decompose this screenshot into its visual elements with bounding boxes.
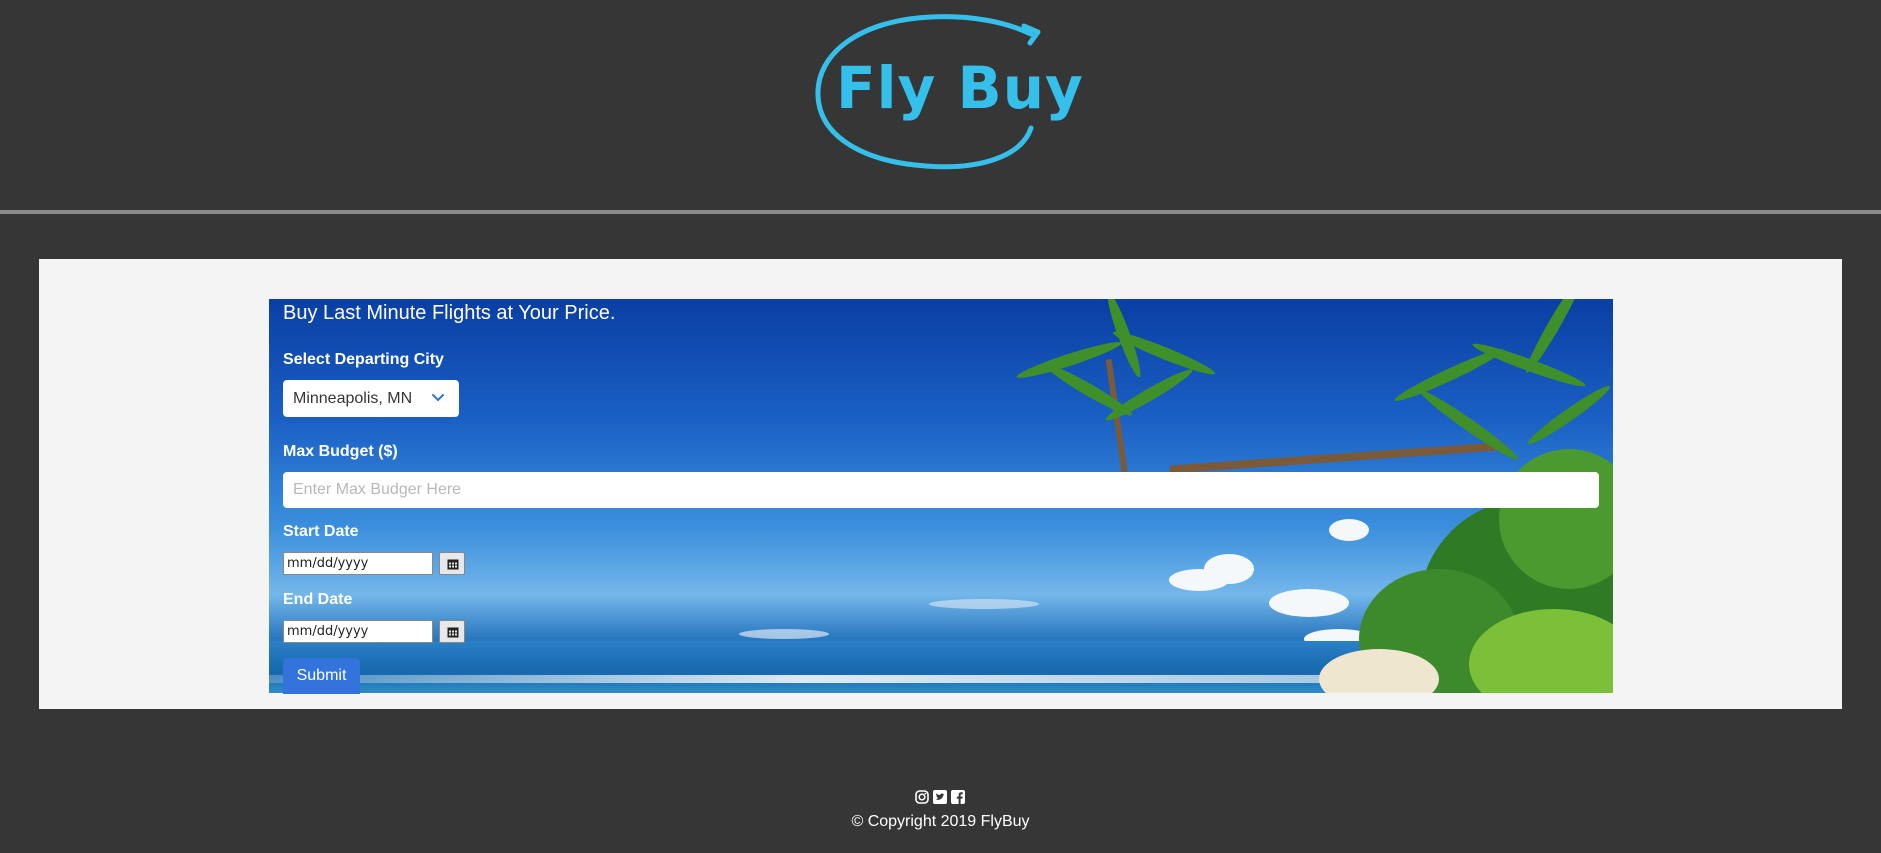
departing-city-label: Select Departing City	[283, 351, 444, 368]
end-date-input[interactable]: mm/dd/yyyy	[283, 620, 433, 643]
start-date-label: Start Date	[283, 523, 359, 540]
departing-city-select[interactable]: Minneapolis, MN	[283, 380, 459, 417]
facebook-icon[interactable]	[951, 790, 965, 804]
budget-input[interactable]: Enter Max Budger Here	[283, 472, 1599, 508]
start-date-picker-button[interactable]	[439, 552, 465, 575]
palm-frond	[1521, 299, 1587, 376]
palm-trunk	[1169, 442, 1499, 474]
header-divider	[0, 210, 1881, 214]
tagline: Buy Last Minute Flights at Your Price.	[283, 302, 616, 324]
budget-label: Max Budget ($)	[283, 443, 398, 460]
site-header: Fly Buy	[0, 0, 1881, 210]
submit-button[interactable]: Submit	[283, 658, 360, 694]
calendar-icon	[447, 627, 459, 638]
cloud	[739, 629, 829, 639]
fly-buy-logo[interactable]: Fly Buy	[806, 8, 1083, 178]
logo-text: Fly Buy	[836, 54, 1084, 122]
social-links	[915, 790, 967, 806]
copyright-text: © Copyright 2019 FlyBuy	[851, 813, 1030, 830]
departing-city-value: Minneapolis, MN	[293, 390, 413, 407]
cloud	[929, 599, 1039, 609]
chevron-down-icon	[432, 394, 444, 401]
instagram-icon[interactable]	[915, 790, 929, 804]
cloud	[1204, 554, 1254, 584]
end-date-picker-button[interactable]	[439, 620, 465, 643]
cloud	[1329, 519, 1369, 541]
palm-frond	[1524, 381, 1613, 449]
calendar-icon	[447, 559, 459, 570]
start-date-input[interactable]: mm/dd/yyyy	[283, 552, 433, 575]
cloud	[1269, 589, 1349, 617]
twitter-icon[interactable]	[933, 790, 947, 804]
end-date-label: End Date	[283, 591, 353, 608]
